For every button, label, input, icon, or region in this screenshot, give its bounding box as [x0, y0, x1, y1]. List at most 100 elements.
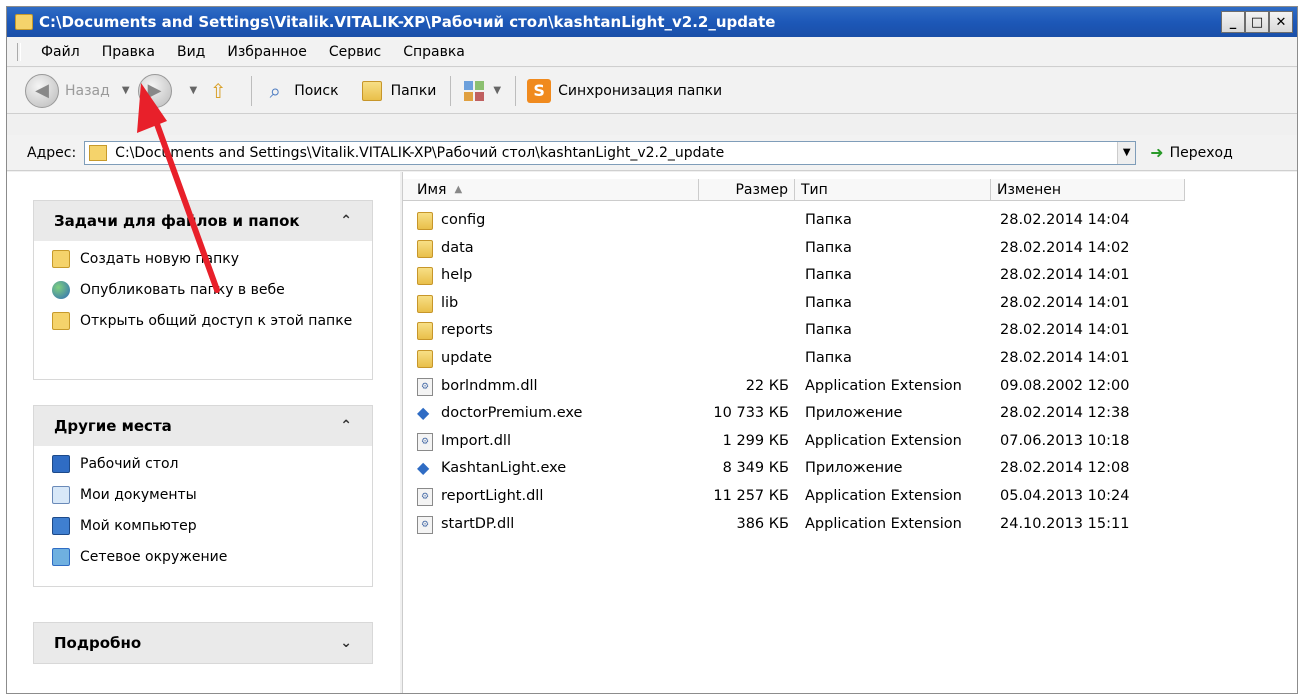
file-modified: 09.08.2002 12:00: [1000, 377, 1130, 394]
folders-button[interactable]: Папки: [359, 78, 437, 104]
menu-view[interactable]: Вид: [177, 44, 205, 60]
dll-file-icon: ⚙: [417, 515, 433, 534]
task-share-folder[interactable]: Открыть общий доступ к этой папке: [52, 311, 354, 331]
file-name: reports: [441, 322, 493, 339]
file-row[interactable]: update Папка 28.02.2014 14:01: [403, 346, 1297, 374]
column-size-label: Размер: [735, 181, 788, 198]
toolbar: ◀ Назад ▼ ▶ ▼ ⇧ ⌕ Поиск Папки ▼ S Синхро…: [7, 68, 1297, 114]
task-publish-web[interactable]: Опубликовать папку в вебе: [52, 280, 354, 300]
window-title: C:\Documents and Settings\Vitalik.VITALI…: [39, 13, 776, 31]
file-name: reportLight.dll: [441, 488, 544, 504]
places-panel: Другие места ⌃ Рабочий стол Мои документ…: [33, 405, 373, 587]
collapse-icon[interactable]: ⌃: [340, 213, 352, 229]
column-name[interactable]: Имя ▲: [403, 179, 699, 201]
file-row[interactable]: reports Папка 28.02.2014 14:01: [403, 318, 1297, 346]
tasks-panel-header[interactable]: Задачи для файлов и папок ⌃: [34, 201, 372, 241]
maximize-button[interactable]: □: [1245, 11, 1269, 33]
forward-dropdown-icon[interactable]: ▼: [190, 85, 198, 96]
folder-icon: [417, 322, 433, 341]
file-list: Имя ▲ Размер Тип Изменен config Папка 28.0…: [402, 172, 1297, 693]
details-panel-header[interactable]: Подробно ⌄: [34, 623, 372, 663]
file-type: Application Extension: [805, 377, 962, 394]
file-row[interactable]: ⚙ startDP.dll 386 КБ Application Extension 2…: [403, 512, 1297, 540]
column-modified-label: Изменен: [997, 181, 1062, 198]
folder-icon: [417, 212, 433, 230]
minimize-button[interactable]: _: [1221, 11, 1245, 33]
file-size: 386 КБ: [736, 515, 789, 532]
menu-grip: [17, 43, 21, 61]
collapse-icon[interactable]: ⌃: [340, 418, 352, 434]
details-panel-title: Подробно: [54, 634, 142, 652]
menu-bar: Файл Правка Вид Избранное Сервис Справка: [7, 37, 1297, 67]
file-row[interactable]: data Папка 28.02.2014 14:02: [403, 236, 1297, 264]
folder-icon: [417, 350, 433, 368]
up-folder-button[interactable]: ⇧: [205, 78, 237, 104]
window-controls: _ □ ✕: [1221, 11, 1293, 33]
file-modified: 28.02.2014 14:01: [1000, 294, 1130, 311]
details-panel: Подробно ⌄: [33, 622, 373, 664]
file-row[interactable]: ⚙ Import.dll 1 299 КБ Application Extension…: [403, 429, 1297, 457]
places-panel-header[interactable]: Другие места ⌃: [34, 406, 372, 446]
place-label: Мой компьютер: [80, 518, 197, 534]
task-label: Опубликовать папку в вебе: [80, 282, 285, 298]
forward-button[interactable]: ▶: [137, 73, 178, 108]
back-dropdown-icon[interactable]: ▼: [122, 85, 130, 96]
file-type: Application Extension: [805, 432, 962, 449]
address-label: Адрес:: [27, 144, 77, 161]
title-bar[interactable]: C:\Documents and Settings\Vitalik.VITALI…: [7, 7, 1297, 37]
menu-file[interactable]: Файл: [41, 44, 80, 60]
file-row[interactable]: config Папка 28.02.2014 14:04: [403, 208, 1297, 236]
place-network[interactable]: Сетевое окружение: [52, 547, 354, 567]
folders-label: Папки: [390, 82, 437, 99]
task-new-folder[interactable]: Создать новую папку: [52, 249, 354, 269]
column-size[interactable]: Размер: [699, 179, 795, 201]
folder-icon: [89, 144, 108, 161]
file-name: help: [441, 267, 473, 284]
toolbar-separator: [450, 75, 452, 106]
views-button[interactable]: ▼: [461, 78, 501, 104]
file-modified: 07.06.2013 10:18: [1000, 432, 1130, 449]
folders-icon: [359, 78, 385, 104]
back-arrow-icon: ◀: [25, 73, 59, 108]
column-type[interactable]: Тип: [795, 179, 991, 201]
place-desktop[interactable]: Рабочий стол: [52, 454, 354, 474]
sync-icon: S: [526, 78, 552, 104]
documents-icon: [52, 486, 70, 504]
file-name: data: [441, 239, 474, 256]
column-modified[interactable]: Изменен: [991, 179, 1185, 201]
search-icon: ⌕: [269, 78, 281, 103]
expand-icon[interactable]: ⌄: [340, 635, 352, 651]
file-modified: 28.02.2014 12:38: [1000, 405, 1130, 422]
place-my-computer[interactable]: Мой компьютер: [52, 516, 354, 536]
toolbar-separator: [515, 75, 517, 106]
file-row[interactable]: lib Папка 28.02.2014 14:01: [403, 291, 1297, 319]
place-my-documents[interactable]: Мои документы: [52, 485, 354, 505]
back-button[interactable]: ◀ Назад: [25, 73, 110, 108]
file-name: lib: [441, 294, 459, 311]
dll-file-icon: ⚙: [417, 432, 433, 451]
exe-file-icon: ◆: [417, 458, 430, 478]
address-input[interactable]: C:\Documents and Settings\Vitalik.VITALI…: [84, 140, 1137, 165]
menu-favorites[interactable]: Избранное: [227, 44, 307, 60]
go-button[interactable]: ➜ Переход: [1150, 143, 1233, 162]
menu-help[interactable]: Справка: [403, 44, 465, 60]
file-row[interactable]: ⚙ borlndmm.dll 22 КБ Application Extension 0…: [403, 374, 1297, 402]
column-type-label: Тип: [801, 181, 828, 198]
close-button[interactable]: ✕: [1269, 11, 1293, 33]
file-row[interactable]: help Папка 28.02.2014 14:01: [403, 263, 1297, 291]
file-row[interactable]: ⚙ reportLight.dll 11 257 КБ Application Ext…: [403, 484, 1297, 512]
file-row[interactable]: ◆ KashtanLight.exe 8 349 КБ Приложение 28.02…: [403, 456, 1297, 484]
file-modified: 28.02.2014 14:01: [1000, 322, 1130, 339]
folder-icon: [417, 239, 433, 258]
file-size: 10 733 КБ: [713, 405, 789, 422]
menu-tools[interactable]: Сервис: [329, 44, 381, 60]
address-path: C:\Documents and Settings\Vitalik.VITALI…: [115, 144, 725, 161]
file-name: update: [441, 350, 493, 366]
go-label: Переход: [1169, 144, 1233, 161]
sync-folder-button[interactable]: S Синхронизация папки: [526, 78, 722, 104]
address-dropdown-icon[interactable]: ▼: [1117, 141, 1136, 164]
file-row[interactable]: ◆ doctorPremium.exe 10 733 КБ Приложение 28.…: [403, 401, 1297, 429]
menu-edit[interactable]: Правка: [102, 44, 155, 60]
dll-file-icon: ⚙: [417, 377, 433, 396]
search-button[interactable]: ⌕ Поиск: [262, 78, 339, 104]
